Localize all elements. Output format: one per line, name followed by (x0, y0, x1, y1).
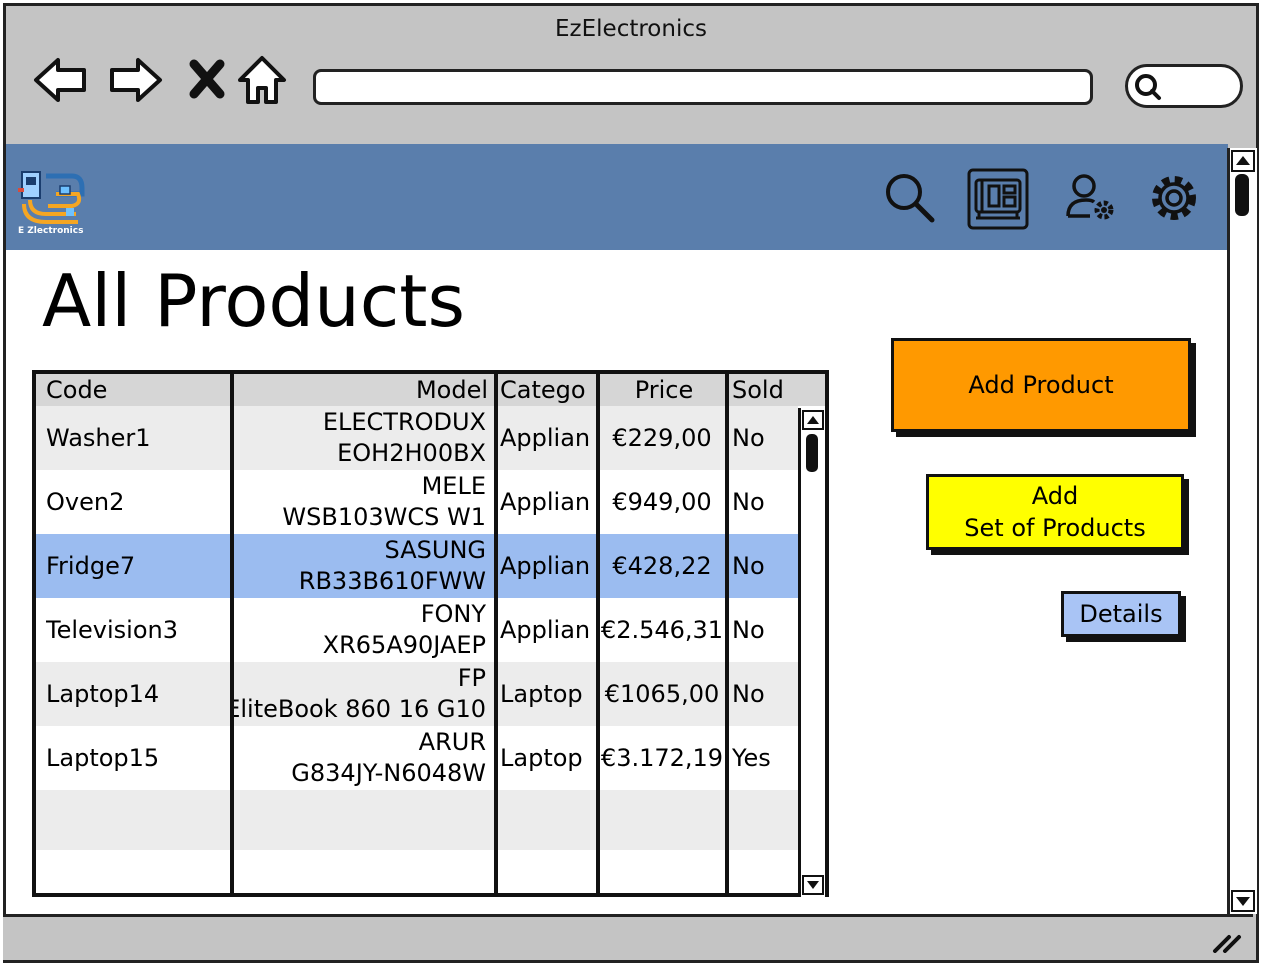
column-divider (596, 374, 600, 893)
cell-code: Television3 (46, 616, 178, 644)
scroll-up-arrow-icon[interactable] (1231, 150, 1255, 172)
add-set-label-line1: Add (1031, 482, 1079, 510)
page-scroll-thumb[interactable] (1235, 174, 1249, 216)
table-row[interactable]: Oven2 MELE WSB103WCS W1 Applian €949,00 No (36, 470, 798, 534)
home-icon[interactable] (232, 50, 292, 110)
cell-code: Oven2 (46, 488, 125, 516)
search-icon[interactable] (882, 170, 938, 226)
cell-sold: No (732, 680, 765, 708)
cell-sold: No (732, 424, 765, 452)
column-divider (725, 374, 729, 893)
user-settings-icon[interactable] (1064, 170, 1120, 226)
table-header: Code Model Catego Price Sold (36, 374, 825, 406)
column-header-sold[interactable]: Sold (732, 374, 792, 406)
model-brand: ARUR (418, 728, 486, 756)
model-number: XR65A90JAEP (322, 631, 486, 659)
table-row[interactable]: Washer1 ELECTRODUX EOH2H00BX Applian €229,00… (36, 406, 798, 470)
table-row[interactable]: Laptop15 ARUR G834JY-N6048W Laptop €3.172,19… (36, 726, 798, 790)
resize-grip-icon[interactable] (1211, 931, 1243, 953)
gear-icon[interactable] (1146, 170, 1202, 226)
model-brand: FP (457, 664, 486, 692)
column-header-code[interactable]: Code (46, 374, 226, 406)
model-number: RB33B610FWW (298, 567, 486, 595)
cell-sold: No (732, 552, 765, 580)
cell-model: MELE WSB103WCS W1 (234, 470, 486, 534)
cell-price: €229,00 (612, 424, 712, 452)
table-scrollbar[interactable] (798, 408, 825, 897)
column-header-price[interactable]: Price (602, 374, 726, 406)
cell-category: Laptop (500, 744, 583, 772)
table-row-selected[interactable]: Fridge7 SASUNG RB33B610FWW Applian €428,22 No (36, 534, 798, 598)
model-number: G834JY-N6048W (291, 759, 486, 787)
cell-code: Washer1 (46, 424, 151, 452)
cell-sold: No (732, 616, 765, 644)
model-number: EliteBook 860 16 G10 (234, 695, 486, 723)
cell-category: Laptop (500, 680, 583, 708)
scroll-down-arrow-icon[interactable] (1231, 890, 1255, 912)
cell-price: €428,22 (612, 552, 712, 580)
status-bar (3, 914, 1253, 960)
column-divider (230, 374, 234, 893)
scroll-down-arrow-icon[interactable] (802, 875, 824, 895)
cell-price: €949,00 (612, 488, 712, 516)
cell-code: Laptop15 (46, 744, 160, 772)
table-scroll-thumb[interactable] (806, 434, 818, 472)
cell-price: €3.172,19 (600, 744, 724, 772)
column-header-category[interactable]: Catego (500, 374, 596, 406)
column-header-model[interactable]: Model (234, 374, 488, 406)
cell-model: ARUR G834JY-N6048W (234, 726, 486, 790)
browser-search-box[interactable] (1125, 64, 1243, 108)
search-icon (1135, 74, 1161, 100)
cell-category: Applian (500, 424, 591, 452)
product-inventory-icon[interactable] (967, 168, 1029, 230)
model-brand: SASUNG (384, 536, 486, 564)
products-table: Code Model Catego Price Sold Washer1 ELEC… (32, 370, 829, 897)
add-set-of-products-button[interactable]: Add Set of Products (926, 474, 1184, 550)
cell-sold: Yes (732, 744, 771, 772)
model-brand: ELECTRODUX (322, 408, 486, 436)
column-divider (494, 374, 498, 893)
cell-code: Laptop14 (46, 680, 160, 708)
close-icon[interactable] (178, 50, 238, 110)
cell-category: Applian (500, 488, 591, 516)
model-number: EOH2H00BX (337, 439, 486, 467)
model-brand: FONY (420, 600, 486, 628)
cell-code: Fridge7 (46, 552, 136, 580)
cell-category: Applian (500, 552, 591, 580)
page-scrollbar[interactable] (1227, 148, 1257, 914)
model-number: WSB103WCS W1 (282, 503, 486, 531)
cell-sold: No (732, 488, 765, 516)
cell-category: Applian (500, 616, 591, 644)
cell-model: FP EliteBook 860 16 G10 (234, 662, 486, 726)
table-row[interactable]: Laptop14 FP EliteBook 860 16 G10 Laptop €106… (36, 662, 798, 726)
back-arrow-icon[interactable] (30, 50, 90, 110)
window-title: EzElectronics (555, 16, 707, 42)
forward-arrow-icon[interactable] (106, 50, 166, 110)
details-button[interactable]: Details (1061, 591, 1181, 637)
logo-text: E Zlectronics (18, 226, 84, 236)
scroll-up-arrow-icon[interactable] (802, 410, 824, 430)
cell-model: FONY XR65A90JAEP (234, 598, 486, 662)
add-product-button[interactable]: Add Product (891, 338, 1191, 432)
table-row[interactable]: Television3 FONY XR65A90JAEP Applian €2.546,… (36, 598, 798, 662)
app-header: E Zlectronics (6, 144, 1228, 250)
cell-model: SASUNG RB33B610FWW (234, 534, 486, 598)
cell-price: €1065,00 (604, 680, 720, 708)
empty-table-row (36, 790, 798, 850)
add-set-label-line2: Set of Products (964, 514, 1146, 542)
cell-model: ELECTRODUX EOH2H00BX (234, 406, 486, 470)
cell-price: €2.546,31 (600, 616, 724, 644)
model-brand: MELE (421, 472, 486, 500)
url-bar[interactable] (313, 69, 1093, 105)
page-title: All Products (42, 259, 466, 343)
